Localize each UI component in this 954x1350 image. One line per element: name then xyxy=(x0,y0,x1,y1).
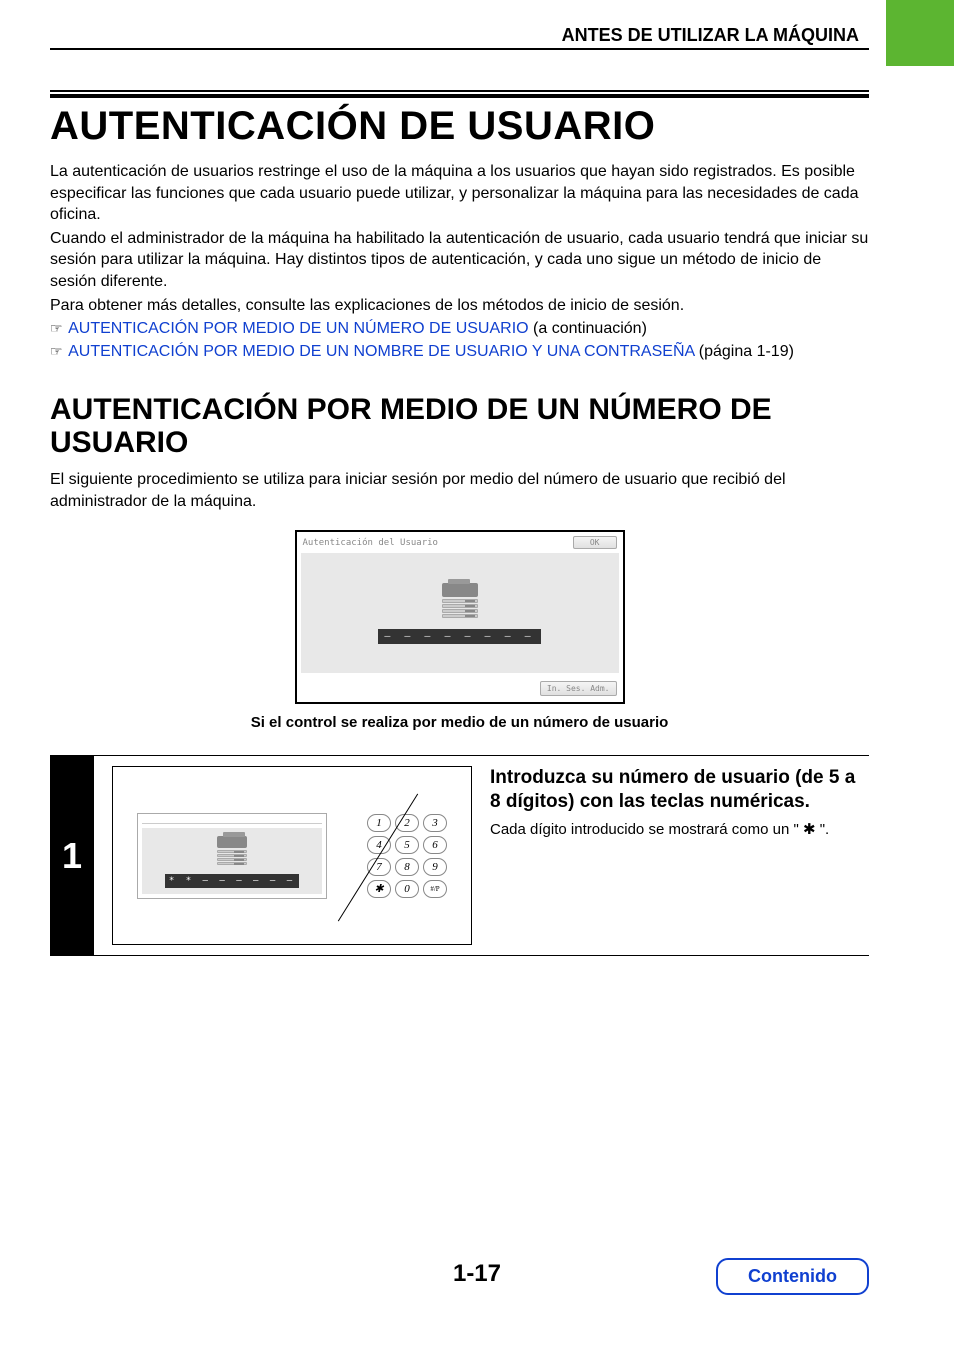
section-subtitle: AUTENTICACIÓN POR MEDIO DE UN NÚMERO DE … xyxy=(50,393,869,459)
section-intro: El siguiente procedimiento se utiliza pa… xyxy=(50,469,869,512)
intro-paragraph-2: Cuando el administrador de la máquina ha… xyxy=(50,228,869,293)
reference-link-1[interactable]: AUTENTICACIÓN POR MEDIO DE UN NÚMERO DE … xyxy=(68,320,528,337)
panel-title: Autenticación del Usuario xyxy=(303,538,438,548)
key-hash[interactable]: #/P xyxy=(423,880,447,898)
contents-button[interactable]: Contenido xyxy=(716,1258,869,1295)
auth-screenshot-panel: Autenticación del Usuario OK — — — — — —… xyxy=(295,530,625,704)
step-body: Cada dígito introducido se mostrará como… xyxy=(490,820,861,838)
title-rule xyxy=(50,90,869,98)
printer-icon xyxy=(438,583,482,619)
page-color-tab xyxy=(886,0,954,66)
ok-button[interactable]: OK xyxy=(573,536,617,549)
key-6[interactable]: 6 xyxy=(423,836,447,854)
screenshot-caption: Si el control se realiza por medio de un… xyxy=(50,714,869,731)
intro-paragraph-1: La autenticación de usuarios restringe e… xyxy=(50,161,869,226)
reference-suffix-2: (página 1-19) xyxy=(694,343,794,360)
key-5[interactable]: 5 xyxy=(395,836,419,854)
step-illustration: * * — — — — — — 1 2 3 4 5 6 7 8 9 ✱ 0 #/… xyxy=(112,766,472,945)
header-rule xyxy=(50,48,869,50)
intro-paragraph-3: Para obtener más detalles, consulte las … xyxy=(50,295,869,317)
admin-login-button[interactable]: In. Ses. Adm. xyxy=(540,681,617,696)
step-number: 1 xyxy=(50,756,94,955)
mini-digit-display: * * — — — — — — xyxy=(165,874,299,888)
reference-line-1: ☞ AUTENTICACIÓN POR MEDIO DE UN NÚMERO D… xyxy=(50,318,869,340)
step-heading: Introduzca su número de usuario (de 5 a … xyxy=(490,766,861,814)
digit-placeholder: — — — — — — — — xyxy=(378,629,540,644)
key-1[interactable]: 1 xyxy=(367,814,391,832)
reference-icon: ☞ xyxy=(50,343,63,359)
section-header: ANTES DE UTILIZAR LA MÁQUINA xyxy=(562,25,859,46)
key-9[interactable]: 9 xyxy=(423,858,447,876)
reference-suffix-1: (a continuación) xyxy=(529,320,647,337)
reference-line-2: ☞ AUTENTICACIÓN POR MEDIO DE UN NOMBRE D… xyxy=(50,341,869,363)
mini-screen: * * — — — — — — xyxy=(137,813,327,899)
reference-icon: ☞ xyxy=(50,320,63,336)
page-title: AUTENTICACIÓN DE USUARIO xyxy=(50,104,869,149)
key-4[interactable]: 4 xyxy=(367,836,391,854)
key-3[interactable]: 3 xyxy=(423,814,447,832)
key-0[interactable]: 0 xyxy=(395,880,419,898)
key-star[interactable]: ✱ xyxy=(367,880,391,898)
printer-icon xyxy=(210,836,254,866)
reference-link-2[interactable]: AUTENTICACIÓN POR MEDIO DE UN NOMBRE DE … xyxy=(68,343,694,360)
step-row: 1 * * — — — — — — 1 2 3 4 5 6 xyxy=(50,756,869,956)
key-8[interactable]: 8 xyxy=(395,858,419,876)
